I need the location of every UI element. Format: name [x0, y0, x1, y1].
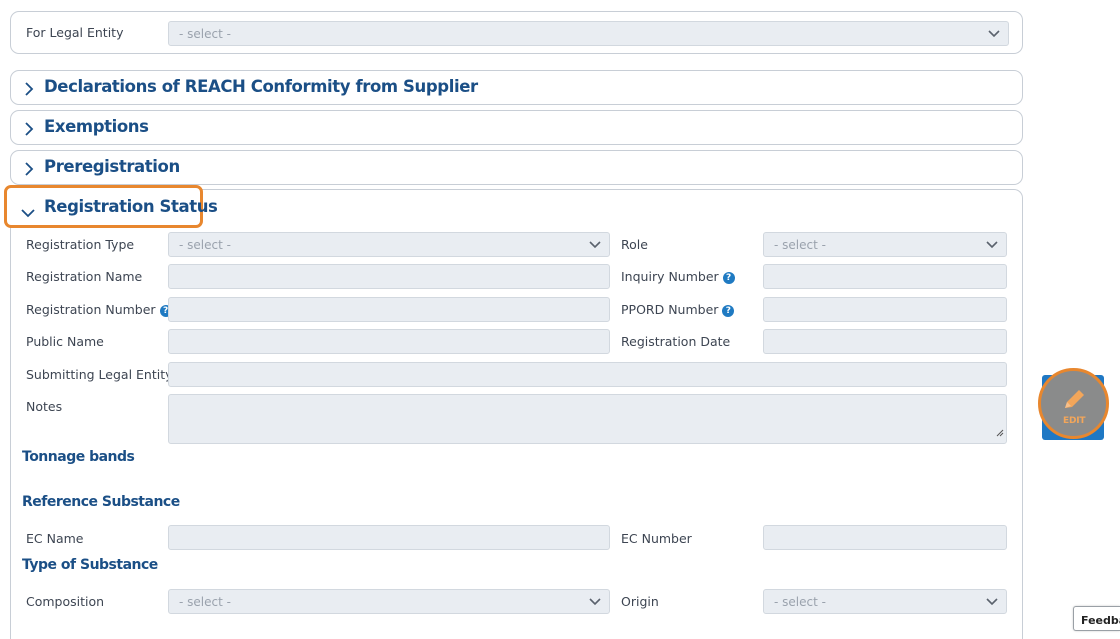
registration-name-input[interactable]: [168, 264, 610, 289]
ppord-number-label: PPORD Number?: [621, 302, 735, 317]
ppord-number-input[interactable]: [763, 297, 1007, 322]
composition-label: Composition: [26, 594, 105, 609]
feedback-label: Feedba: [1081, 614, 1120, 627]
registration-name-label: Registration Name: [26, 269, 143, 284]
legal-entity-label: For Legal Entity: [26, 25, 124, 40]
chevron-down-icon: [986, 240, 998, 249]
feedback-tab[interactable]: Feedba: [1073, 606, 1120, 631]
edit-button-label: EDIT: [1063, 416, 1086, 426]
ppord-number-label-text: PPORD Number: [621, 302, 719, 317]
public-name-label: Public Name: [26, 334, 104, 349]
accordion-exemptions-title: Exemptions: [44, 117, 149, 136]
help-icon[interactable]: ?: [722, 304, 735, 317]
role-label: Role: [621, 237, 648, 252]
submitting-legal-entity-input[interactable]: [168, 362, 1007, 387]
origin-label: Origin: [621, 594, 659, 609]
inquiry-number-label-text: Inquiry Number: [621, 269, 719, 284]
composition-select[interactable]: - select -: [168, 589, 610, 614]
chevron-down-icon: [589, 597, 601, 606]
chevron-down-icon: [589, 240, 601, 249]
registration-type-label: Registration Type: [26, 237, 135, 252]
help-icon[interactable]: ?: [722, 271, 735, 284]
origin-select[interactable]: - select -: [763, 589, 1007, 614]
submitting-legal-entity-label: Submitting Legal Entity: [26, 367, 173, 382]
composition-value: - select -: [179, 595, 231, 609]
legal-entity-select-value: - select -: [179, 27, 231, 41]
tonnage-bands-heading: Tonnage bands: [22, 449, 135, 465]
public-name-input[interactable]: [168, 329, 610, 354]
inquiry-number-input[interactable]: [763, 264, 1007, 289]
role-value: - select -: [774, 238, 826, 252]
chevron-right-icon: [24, 121, 34, 140]
type-of-substance-heading: Type of Substance: [22, 557, 158, 573]
chevron-down-icon: [21, 203, 35, 222]
registration-type-select[interactable]: - select -: [168, 232, 610, 257]
registration-status-header[interactable]: Registration Status: [4, 185, 218, 228]
pencil-icon: [1061, 388, 1087, 416]
accordion-declarations-title: Declarations of REACH Conformity from Su…: [44, 77, 478, 96]
chevron-right-icon: [24, 81, 34, 100]
notes-textarea[interactable]: [168, 394, 1007, 444]
registration-date-input[interactable]: [763, 329, 1007, 354]
registration-number-label-text: Registration Number: [26, 302, 156, 317]
accordion-preregistration-title: Preregistration: [44, 157, 180, 176]
legal-entity-panel: For Legal Entity - select -: [10, 11, 1023, 54]
legal-entity-select[interactable]: - select -: [168, 21, 1009, 46]
accordion-exemptions[interactable]: Exemptions: [10, 110, 1023, 145]
role-select[interactable]: - select -: [763, 232, 1007, 257]
origin-value: - select -: [774, 595, 826, 609]
registration-number-label: Registration Number?: [26, 302, 172, 317]
chevron-down-icon: [988, 29, 1000, 38]
chevron-right-icon: [24, 161, 34, 180]
registration-date-label: Registration Date: [621, 334, 731, 349]
registration-status-title: Registration Status: [44, 197, 218, 216]
accordion-declarations[interactable]: Declarations of REACH Conformity from Su…: [10, 70, 1023, 105]
ec-number-label: EC Number: [621, 531, 692, 546]
notes-label: Notes: [26, 399, 63, 414]
resize-handle-icon[interactable]: [996, 422, 1004, 441]
reference-substance-heading: Reference Substance: [22, 494, 180, 510]
registration-type-value: - select -: [179, 238, 231, 252]
registration-number-input[interactable]: [168, 297, 610, 322]
chevron-down-icon: [986, 597, 998, 606]
ec-name-input[interactable]: [168, 525, 610, 550]
inquiry-number-label: Inquiry Number?: [621, 269, 735, 284]
ec-name-label: EC Name: [26, 531, 84, 546]
accordion-preregistration[interactable]: Preregistration: [10, 150, 1023, 185]
ec-number-input[interactable]: [763, 525, 1007, 550]
